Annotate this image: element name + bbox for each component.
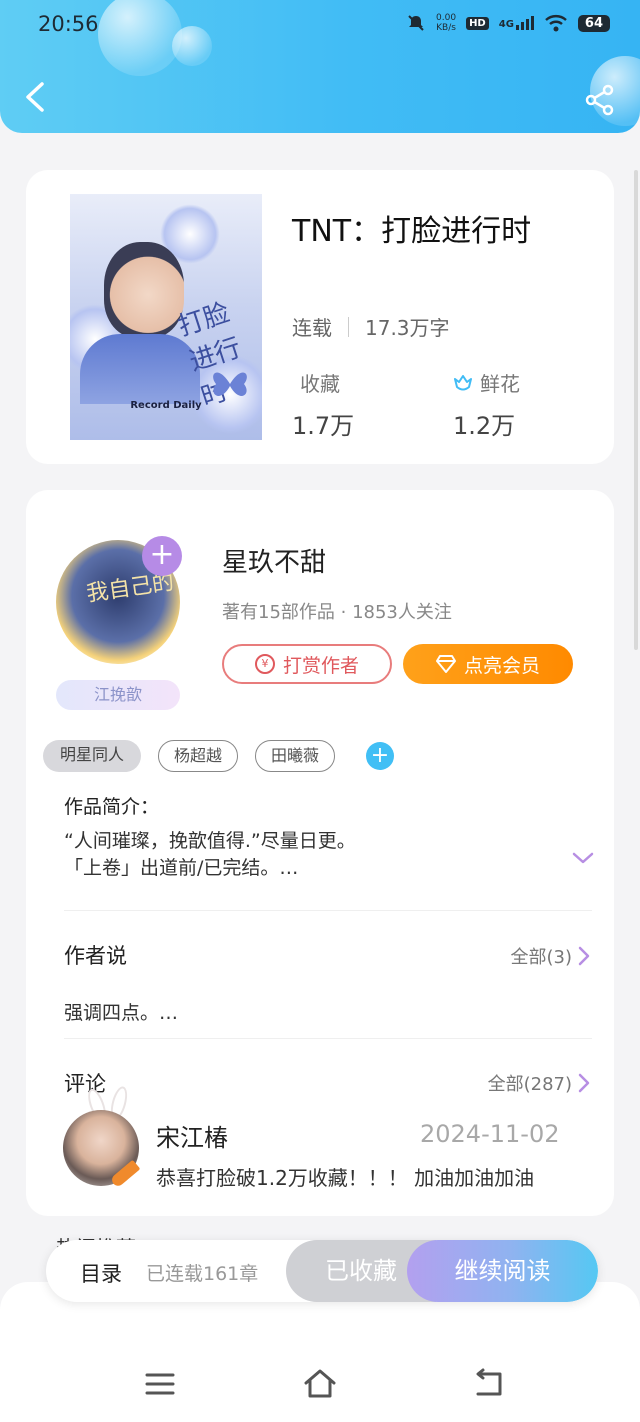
tag-item[interactable]: 明星同人 (43, 740, 141, 772)
butterfly-icon (213, 372, 247, 396)
tip-author-button[interactable]: ¥ 打赏作者 (222, 644, 392, 684)
back-button[interactable] (20, 80, 50, 114)
tag-item[interactable]: 田曦薇 (255, 740, 335, 772)
book-cover[interactable]: 打脸进行时 Record Daily (70, 194, 262, 440)
expand-chevron-icon[interactable] (571, 850, 595, 866)
back-nav-icon[interactable] (470, 1366, 506, 1402)
continue-reading-button[interactable]: 继续阅读 (407, 1240, 598, 1302)
cover-caption: Record Daily (130, 400, 202, 411)
intro-title: 作品简介： (64, 796, 160, 818)
flower-icon (454, 374, 472, 390)
see-all-label: 全部(287) (487, 1074, 572, 1095)
menu-nav-icon[interactable] (142, 1366, 178, 1402)
hd-badge: HD (466, 16, 489, 30)
intro-text[interactable]: “人间璀璨，挽歆值得.”尽量日更。 「上卷」出道前/已完结。… (64, 828, 544, 882)
signal-icon: 4G (499, 16, 534, 30)
flowers-label: 鲜花 (480, 372, 520, 396)
tip-label: 打赏作者 (282, 654, 359, 677)
see-all-label: 全部(3) (510, 947, 573, 968)
meta-divider (348, 316, 349, 337)
comment-text[interactable]: 恭喜打脸破1.2万收藏！！！ 加油加油加油 (156, 1162, 534, 1191)
book-info-card: 打脸进行时 Record Daily TNT：打脸进行时 连载 17.3万字 收… (26, 170, 614, 464)
author-says-title: 作者说 (64, 944, 127, 968)
flowers-value: 1.2万 (453, 412, 516, 440)
diamond-icon (435, 655, 456, 673)
bottom-action-bar: 目录 已连载161章 已收藏 继续阅读 (46, 1240, 598, 1302)
author-says-see-all[interactable]: 全部(3) (511, 943, 591, 969)
favorites-value: 1.7万 (292, 412, 355, 440)
tag-item[interactable]: 杨超越 (158, 740, 238, 772)
author-detail-card: 我自己的 + 江挽歆 星玖不甜 著有15部作品 · 1853人关注 ¥ 打赏作者… (26, 490, 614, 1216)
intro-line: 「上卷」出道前/已完结。… (64, 857, 299, 879)
share-button[interactable] (584, 84, 616, 116)
toc-button[interactable]: 目录 (80, 1258, 122, 1288)
network-type: 4G (498, 19, 514, 30)
wifi-icon (545, 15, 567, 32)
header-bar: 20:56 0.00 KB/s HD 4G 64 (0, 0, 640, 133)
author-stats: 著有15部作品 · 1853人关注 (222, 602, 452, 623)
author-says-text[interactable]: 强调四点。… (64, 998, 178, 1025)
vip-button[interactable]: 点亮会员 (403, 644, 573, 684)
status-icons: 0.00 KB/s HD 4G 64 (406, 13, 610, 33)
favorites-label: 收藏 (300, 372, 340, 396)
chevron-right-icon (578, 946, 590, 966)
cover-portrait (104, 242, 184, 338)
status-bar: 20:56 0.00 KB/s HD 4G 64 (0, 0, 640, 52)
comment-date: 2024-11-02 (420, 1120, 560, 1148)
chevron-right-icon (578, 1073, 590, 1093)
home-nav-icon[interactable] (302, 1366, 338, 1402)
vip-label: 点亮会员 (463, 654, 540, 677)
status-time: 20:56 (38, 12, 99, 36)
author-badge: 江挽歆 (56, 680, 180, 710)
commenter-name[interactable]: 宋江椿 (156, 1118, 228, 1153)
net-speed-value: 0.00 (436, 13, 457, 23)
battery-indicator: 64 (577, 14, 610, 32)
section-divider (64, 910, 592, 911)
intro-line: “人间璀璨，挽歆值得.”尽量日更。 (64, 830, 356, 852)
scrollbar[interactable] (634, 170, 638, 650)
book-status: 连载 (292, 316, 332, 340)
word-count: 17.3万字 (365, 316, 450, 340)
yen-icon: ¥ (254, 654, 275, 674)
book-meta: 连载 17.3万字 (292, 312, 450, 341)
comments-title: 评论 (64, 1072, 106, 1096)
book-title: TNT：打脸进行时 (292, 214, 532, 249)
cover-figure (80, 334, 200, 404)
chapter-count: 已连载161章 (146, 1263, 259, 1285)
net-speed-unit: KB/s (436, 23, 456, 33)
add-tag-button[interactable]: + (366, 742, 394, 770)
flowers-stat[interactable]: 鲜花 (452, 368, 520, 397)
comments-see-all[interactable]: 全部(287) (488, 1070, 590, 1096)
section-divider (64, 1038, 592, 1039)
mute-bell-icon (408, 15, 424, 31)
net-speed: 0.00 KB/s (436, 13, 456, 33)
follow-author-button[interactable]: + (142, 536, 182, 576)
author-name[interactable]: 星玖不甜 (222, 542, 326, 579)
